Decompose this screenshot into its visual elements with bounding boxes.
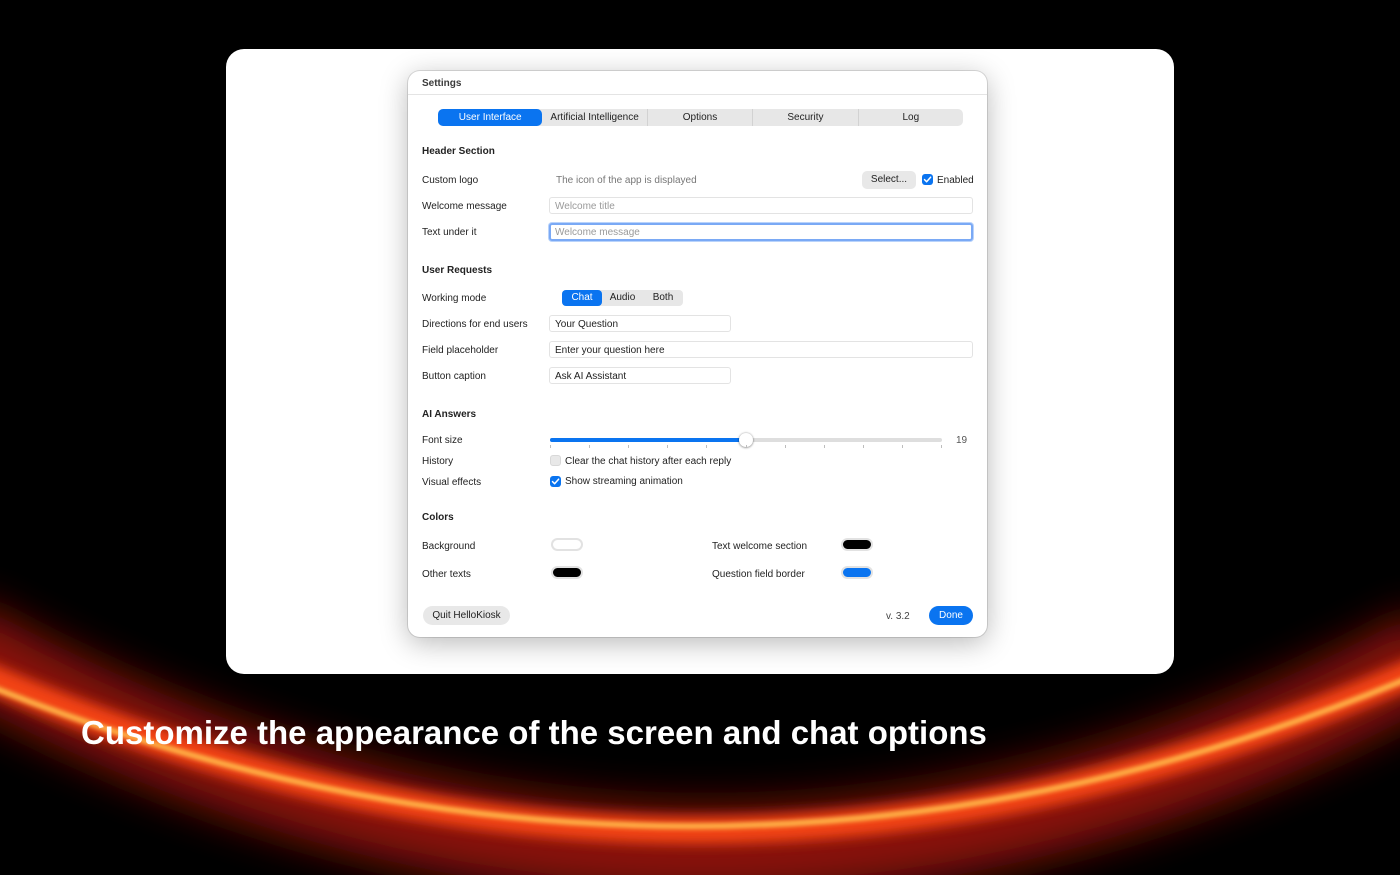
slider-tick — [628, 445, 630, 448]
marketing-caption: Customize the appearance of the screen a… — [81, 714, 987, 751]
font-size-slider[interactable] — [550, 433, 942, 447]
slider-tick — [901, 445, 903, 448]
colors-title: Colors — [422, 512, 454, 523]
font-size-label: Font size — [422, 435, 463, 446]
tab-user-interface[interactable]: User Interface — [438, 109, 543, 126]
history-label: History — [422, 456, 454, 467]
user-requests-title: User Requests — [422, 265, 493, 276]
done-button[interactable]: Done — [929, 606, 973, 625]
checkmark-icon — [923, 176, 932, 183]
enabled-label: Enabled — [937, 175, 974, 186]
slider-tick — [862, 445, 864, 448]
select-logo-button[interactable]: Select... — [862, 171, 916, 189]
visual-effects-label: Visual effects — [422, 477, 482, 488]
slider-tick — [784, 445, 786, 448]
clear-history-text: Clear the chat history after each reply — [565, 456, 732, 467]
custom-logo-hint: The icon of the app is displayed — [556, 175, 697, 186]
font-size-value: 19 — [956, 435, 968, 446]
welcome-title-input[interactable]: Welcome title — [549, 197, 973, 214]
working-mode-label: Working mode — [422, 293, 487, 304]
tab-artificial-intelligence[interactable]: Artificial Intelligence — [542, 109, 648, 126]
question-border-color-well[interactable] — [841, 566, 873, 579]
welcome-message-label: Welcome message — [422, 201, 507, 212]
ai-answers-title: AI Answers — [422, 409, 477, 420]
version-label: v. 3.2 — [886, 611, 910, 622]
slider-tick — [589, 445, 591, 448]
slider-tick — [745, 445, 747, 448]
slider-tick — [706, 445, 708, 448]
tab-log[interactable]: Log — [859, 109, 963, 126]
header-section-title: Header Section — [422, 146, 495, 157]
slider-ticks — [550, 445, 942, 448]
directions-label: Directions for end users — [422, 319, 528, 330]
text-under-label: Text under it — [422, 227, 477, 238]
field-placeholder-input[interactable]: Enter your question here — [549, 341, 973, 358]
working-mode-segmented-control: Chat Audio Both — [562, 290, 683, 306]
window-title: Settings — [422, 78, 462, 89]
field-placeholder-label: Field placeholder — [422, 345, 499, 356]
streaming-animation-checkbox[interactable] — [550, 476, 561, 487]
background-color-label: Background — [422, 541, 476, 552]
directions-input[interactable]: Your Question — [549, 315, 731, 332]
tab-options[interactable]: Options — [648, 109, 754, 126]
question-border-label: Question field border — [712, 569, 805, 580]
tab-bar: User Interface Artificial Intelligence O… — [438, 109, 963, 126]
slider-tick — [823, 445, 825, 448]
custom-logo-label: Custom logo — [422, 175, 479, 186]
button-caption-input[interactable]: Ask AI Assistant — [549, 367, 731, 384]
welcome-message-input[interactable]: Welcome message — [549, 223, 973, 241]
button-caption-label: Button caption — [422, 371, 486, 382]
text-welcome-label: Text welcome section — [712, 541, 808, 552]
checkmark-icon — [551, 478, 560, 485]
other-texts-color-well[interactable] — [551, 566, 583, 579]
streaming-animation-text: Show streaming animation — [565, 476, 683, 487]
title-separator — [408, 94, 987, 95]
text-welcome-color-well[interactable] — [841, 538, 873, 551]
slider-tick — [941, 445, 942, 448]
enabled-checkbox[interactable] — [922, 174, 933, 185]
other-texts-label: Other texts — [422, 569, 471, 580]
mode-both-option[interactable]: Both — [643, 290, 683, 306]
mode-chat-option[interactable]: Chat — [562, 290, 602, 306]
slider-fill — [550, 438, 746, 442]
clear-history-checkbox[interactable] — [550, 455, 561, 466]
tab-security[interactable]: Security — [753, 109, 859, 126]
settings-window: Settings User Interface Artificial Intel… — [408, 71, 987, 637]
quit-button[interactable]: Quit HelloKiosk — [423, 606, 510, 625]
mode-audio-option[interactable]: Audio — [602, 290, 643, 306]
slider-tick — [667, 445, 669, 448]
background-color-well[interactable] — [551, 538, 583, 551]
slider-tick — [550, 445, 551, 448]
